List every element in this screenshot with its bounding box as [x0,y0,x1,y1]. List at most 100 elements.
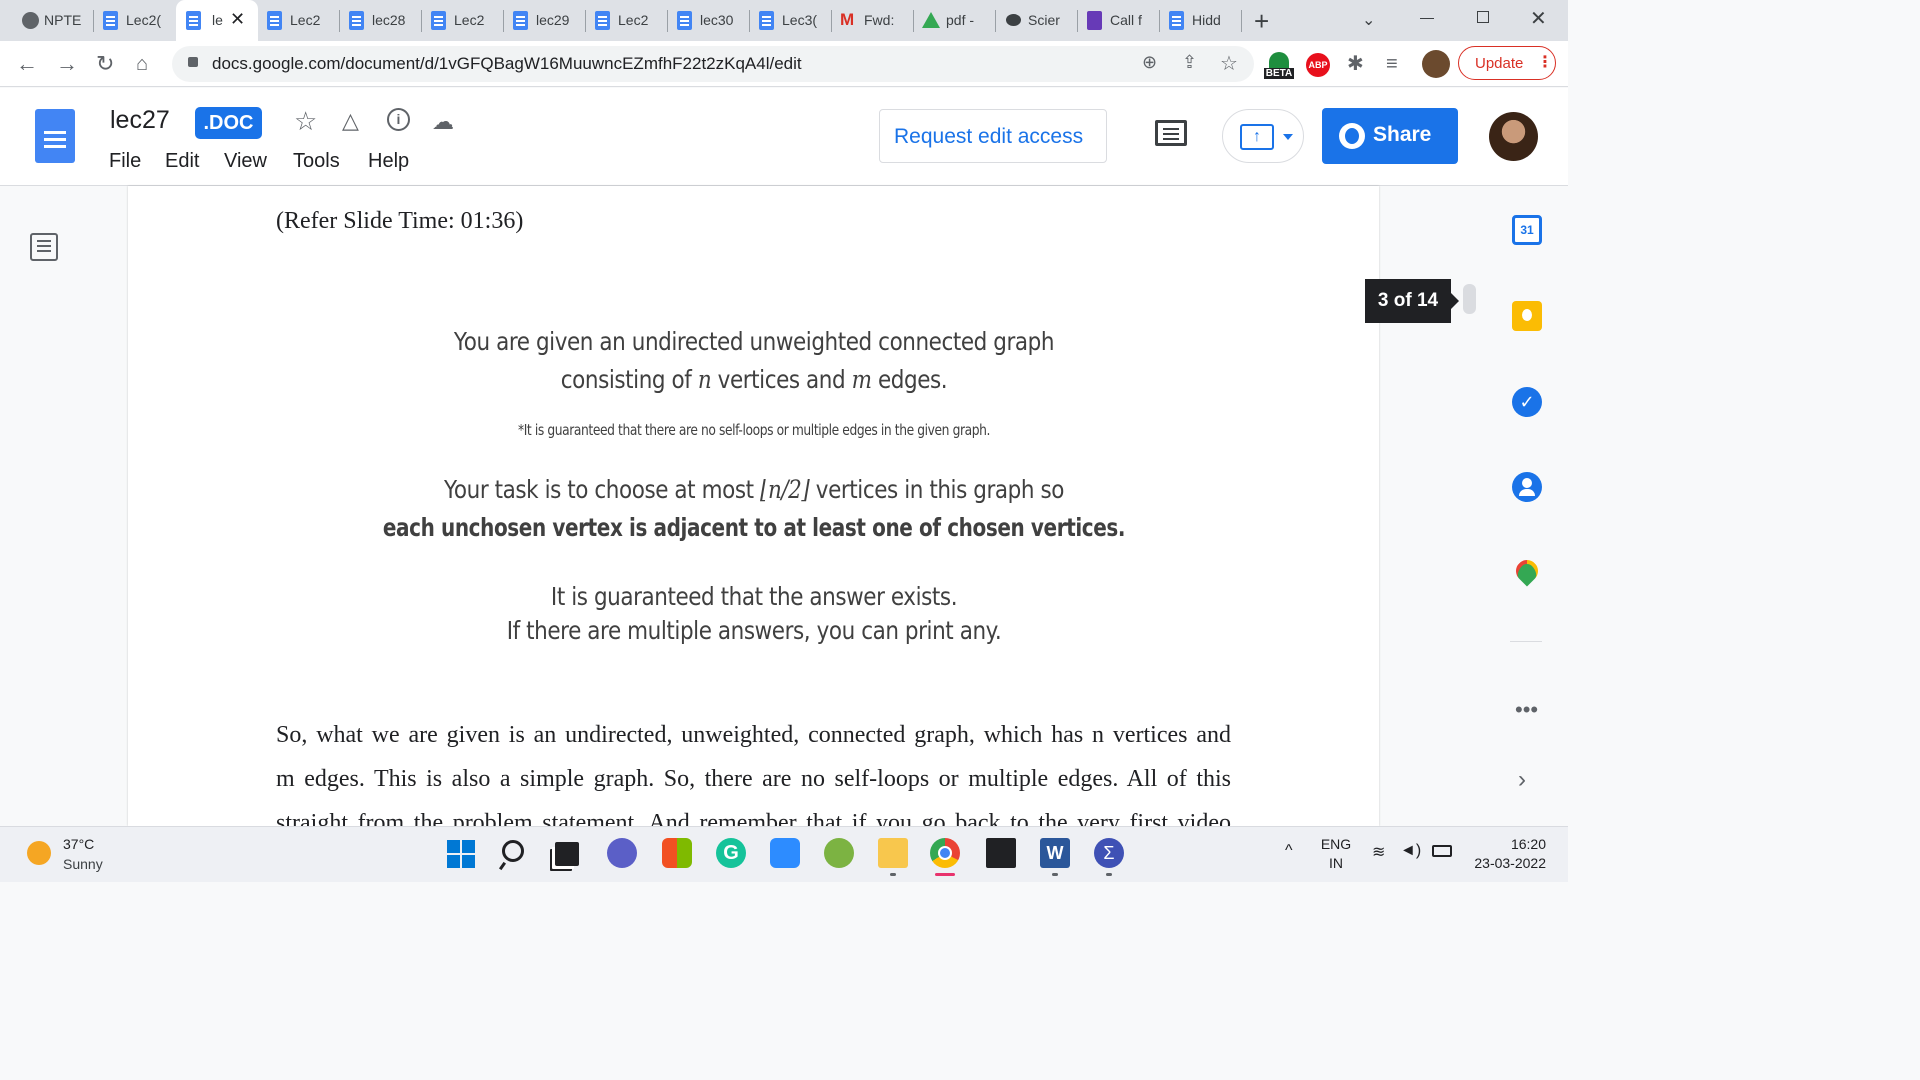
document-title[interactable]: lec27 [110,106,170,135]
browser-tab[interactable]: lec30 [672,0,750,41]
share-button[interactable]: Share [1322,108,1458,164]
browser-tab[interactable]: pdf - [918,0,996,41]
slide-text-line: Your task is to choose at most ⌊n/2⌋ ver… [444,475,1064,504]
minimize-icon[interactable] [1420,18,1434,19]
word-icon[interactable]: W [1040,838,1070,868]
close-tab-icon[interactable]: ✕ [230,9,245,30]
docs-icon [349,11,364,30]
forward-icon[interactable]: → [56,53,78,75]
microsoft-store-icon[interactable] [662,838,692,868]
document-outline-icon[interactable] [30,233,58,261]
forms-icon [1087,11,1102,30]
weather-sun-icon[interactable] [27,841,51,865]
share-page-icon[interactable]: ⇪ [1182,52,1197,73]
weather-condition[interactable]: Sunny [63,856,103,872]
browser-tab[interactable]: Lec2 [426,0,504,41]
back-icon[interactable]: ← [16,53,38,75]
volume-icon[interactable]: ◄) [1400,842,1421,860]
menu-view[interactable]: View [224,150,267,173]
clock-time[interactable]: 16:20 [1470,836,1546,852]
docs-icon [267,11,282,30]
beta-extension-icon[interactable]: BETA [1264,52,1294,82]
move-to-drive-icon[interactable]: △ [342,108,359,134]
windows-start-icon[interactable] [447,840,475,868]
extensions-icon[interactable]: ✱ [1347,54,1364,74]
scrollbar-thumb[interactable] [1463,284,1476,314]
paragraph-line: m edges. This is also a simple graph. So… [276,766,1231,792]
zoom-icon[interactable]: ⊕ [1142,52,1157,73]
bookmark-star-icon[interactable]: ☆ [1220,51,1238,76]
teams-chat-icon[interactable] [607,838,637,868]
language-indicator[interactable]: ENG IN [1318,836,1354,871]
show-hidden-icons[interactable]: ^ [1285,842,1293,860]
file-explorer-icon[interactable] [878,838,908,868]
comments-icon[interactable] [1155,120,1187,146]
browser-tab[interactable]: lec29 [508,0,586,41]
globe-share-icon [1339,123,1365,149]
home-icon[interactable]: ⌂ [136,54,148,74]
chat-icon [1006,14,1021,26]
browser-tab[interactable]: Lec2( [98,0,176,41]
battery-icon[interactable] [1432,845,1452,857]
address-bar[interactable]: docs.google.com/document/d/1vGFQBagW16Mu… [172,46,1254,82]
chrome-icon[interactable] [930,838,960,868]
browser-tab[interactable]: Lec2 [262,0,340,41]
browser-tab[interactable]: NPTE [16,0,94,41]
profile-avatar-small[interactable] [1422,50,1450,78]
new-tab-button[interactable]: + [1254,6,1269,37]
browser-tab[interactable]: Hidd [1164,0,1242,41]
cloud-saved-icon[interactable]: ☁ [432,109,454,135]
page-indicator: 3 of 14 [1365,279,1451,323]
expand-panel-icon[interactable]: › [1518,766,1526,794]
update-button[interactable]: Update ⋮ [1458,46,1556,80]
docs-icon [759,11,774,30]
menu-help[interactable]: Help [368,150,409,173]
docs-logo-icon[interactable] [35,109,75,163]
account-avatar[interactable] [1489,112,1538,161]
zoom-meetings-icon[interactable] [770,838,800,868]
request-edit-access-button[interactable]: Request edit access [879,109,1107,163]
close-window-icon[interactable]: ✕ [1530,6,1547,31]
info-icon[interactable]: i [387,108,410,131]
star-icon[interactable]: ☆ [294,106,317,137]
present-button[interactable]: ↑ [1222,109,1304,163]
browser-tab[interactable]: lec28 [344,0,422,41]
browser-tab[interactable]: Lec2 [590,0,668,41]
menu-tools[interactable]: Tools [293,150,340,173]
browser-tab[interactable]: Lec3( [754,0,832,41]
body-paragraph: So, what we are given is an undirected, … [276,722,1231,826]
evernote-icon[interactable] [824,838,854,868]
docs-icon [513,11,528,30]
keep-icon[interactable] [1512,301,1542,331]
browser-tab[interactable]: Scier [1000,0,1078,41]
restore-icon[interactable] [1477,11,1489,23]
present-upload-icon: ↑ [1240,124,1274,150]
slide-footnote: *It is guaranteed that there are no self… [517,421,991,439]
paragraph-line: straight from the problem statement. And… [276,810,1231,826]
browser-tab[interactable]: M Fwd: [836,0,914,41]
contacts-icon[interactable] [1512,472,1542,502]
reload-icon[interactable]: ↻ [96,53,114,75]
sticky-notes-icon[interactable] [986,838,1016,868]
weather-temp[interactable]: 37°C [63,836,94,852]
math-input-icon[interactable]: Σ [1094,838,1124,868]
tasks-icon[interactable]: ✓ [1512,387,1542,417]
more-icon[interactable]: ••• [1515,697,1538,723]
browser-tab[interactable]: Call f [1082,0,1160,41]
browser-tab-active[interactable]: le ✕ [176,0,258,41]
grammarly-icon[interactable]: G [716,838,746,868]
slide-text-line: consisting of n vertices and m edges. [560,365,948,394]
task-view-icon[interactable] [555,842,579,866]
search-icon[interactable] [502,840,524,862]
adblock-icon[interactable]: ABP [1306,53,1330,77]
reading-list-icon[interactable]: ≡ [1386,54,1398,74]
globe-icon [22,12,39,29]
drive-icon [922,12,940,28]
wifi-icon[interactable]: ≋ [1372,842,1385,862]
calendar-icon[interactable]: 31 [1512,215,1542,245]
clock-date[interactable]: 23-03-2022 [1460,855,1546,871]
menu-file[interactable]: File [109,150,141,173]
tab-search-icon[interactable]: ⌄ [1362,10,1375,30]
menu-edit[interactable]: Edit [165,150,199,173]
paragraph-line: So, what we are given is an undirected, … [276,722,1231,748]
